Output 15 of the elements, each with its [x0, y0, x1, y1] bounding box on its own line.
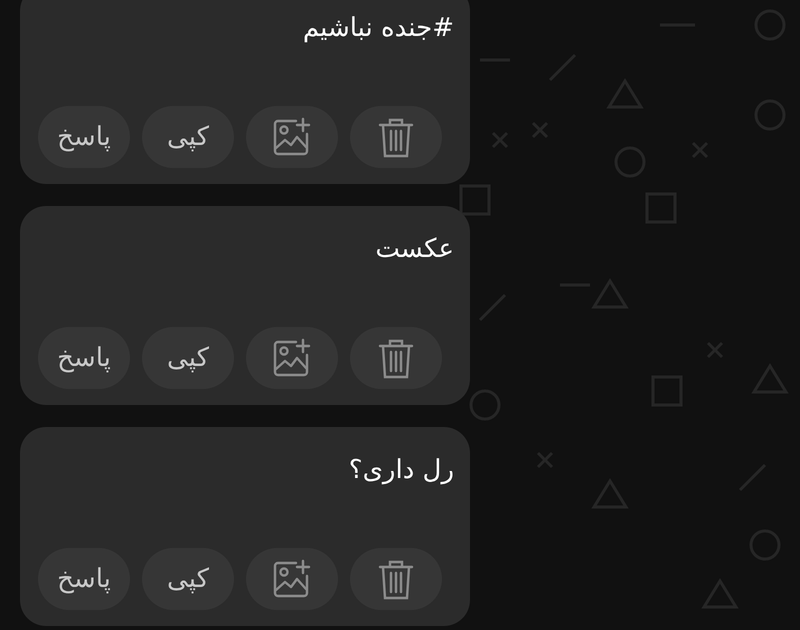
add-image-icon: [272, 559, 312, 599]
trash-icon: [378, 116, 414, 158]
message-text: #جنده نباشیم: [302, 13, 454, 43]
message-text: رل داری؟: [348, 455, 454, 485]
action-button[interactable]: پاسخ: [38, 548, 130, 610]
action-button[interactable]: کپی: [142, 106, 234, 168]
trash-icon: [378, 337, 414, 379]
message-text: عکست: [375, 234, 454, 264]
action-button[interactable]: کپی: [142, 327, 234, 389]
action-button[interactable]: پاسخ: [38, 106, 130, 168]
add-image-icon: [272, 117, 312, 157]
trash-icon: [378, 558, 414, 600]
action-button[interactable]: کپی: [142, 548, 234, 610]
action-button[interactable]: پاسخ: [38, 327, 130, 389]
add-image-icon: [272, 338, 312, 378]
